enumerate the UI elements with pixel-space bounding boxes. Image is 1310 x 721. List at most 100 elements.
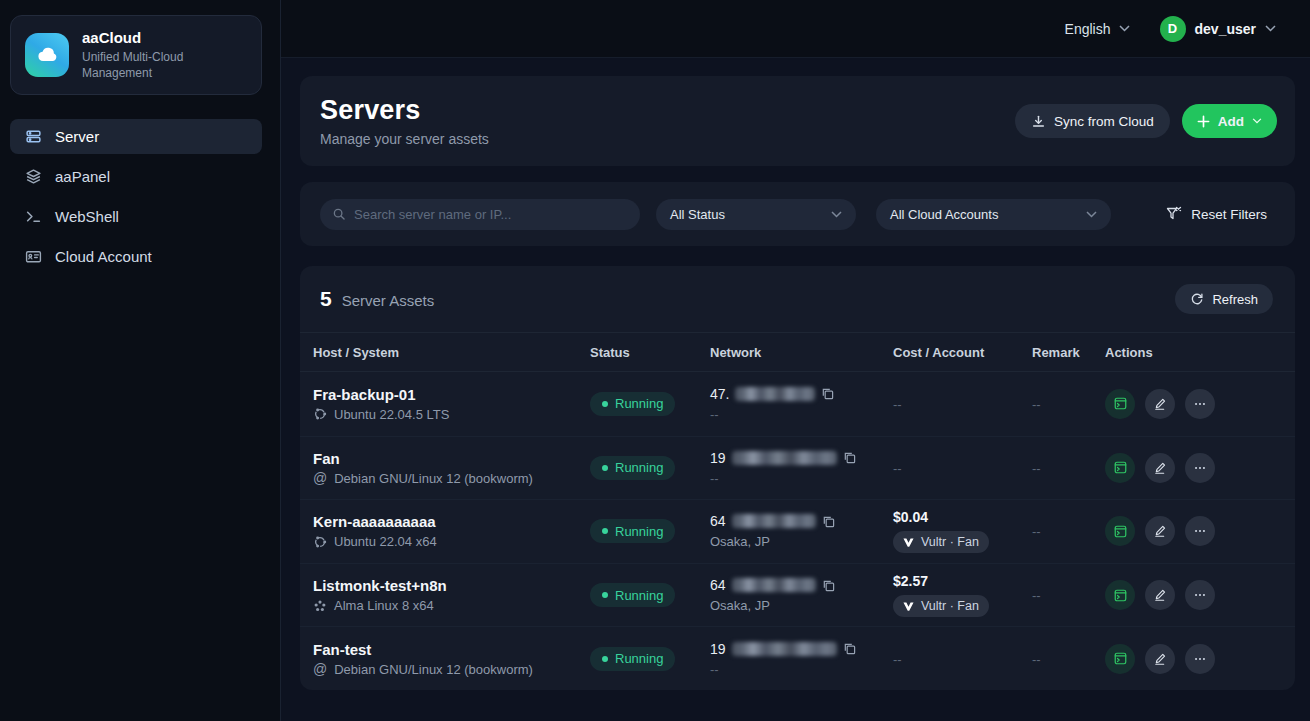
layers-icon: [25, 168, 42, 185]
ip-address: 64: [710, 513, 726, 529]
terminal-icon: [25, 208, 42, 225]
terminal-button[interactable]: [1105, 580, 1135, 610]
page-title: Servers: [320, 95, 489, 126]
language-selector[interactable]: English: [1065, 21, 1130, 37]
page-header-card: Servers Manage your server assets Sync f…: [300, 76, 1295, 166]
column-header: Actions: [1105, 345, 1295, 360]
cloud-account-badge: Vultr · Fan: [893, 595, 989, 617]
table-row: Listmonk-test+n8n Alma Linux 8 x64 Runni…: [300, 563, 1295, 627]
server-icon: [25, 128, 42, 145]
server-name: Fra-backup-01: [313, 386, 590, 403]
more-actions-button[interactable]: [1185, 516, 1215, 546]
copy-icon[interactable]: [822, 515, 835, 528]
server-os: Alma Linux 8 x64: [313, 598, 590, 613]
sidebar-nav: Server aaPanel WebShell Cloud Account: [0, 119, 280, 279]
status-badge: Running: [590, 456, 675, 480]
sidebar-item-webshell[interactable]: WebShell: [10, 199, 262, 234]
server-assets-card: 5 Server Assets Refresh Host / SystemSta…: [300, 266, 1295, 690]
chevron-down-icon: [1119, 25, 1130, 32]
status-badge: Running: [590, 583, 675, 607]
table-row: Kern-aaaaaaaaaa Ubuntu 22.04 x64 Running…: [300, 499, 1295, 563]
server-os: @Debian GNU/Linux 12 (bookworm): [313, 662, 590, 677]
remark: --: [1032, 395, 1105, 413]
ubuntu-icon: [313, 407, 327, 421]
cloud-account-badge: Vultr · Fan: [893, 531, 989, 553]
server-location: --: [710, 407, 893, 422]
server-os: Ubuntu 22.04.5 LTS: [313, 407, 590, 422]
column-header: Cost / Account: [893, 345, 1032, 360]
server-location: Osaka, JP: [710, 534, 893, 549]
server-name: Listmonk-test+n8n: [313, 577, 590, 594]
content: Servers Manage your server assets Sync f…: [281, 58, 1310, 721]
sidebar-item-server[interactable]: Server: [10, 119, 262, 154]
idcard-icon: [25, 248, 42, 265]
logo-card: aaCloud Unified Multi-Cloud Management: [10, 15, 262, 95]
sidebar-item-aapanel[interactable]: aaPanel: [10, 159, 262, 194]
add-button[interactable]: Add: [1182, 104, 1277, 138]
column-header: Host / System: [313, 345, 590, 360]
search-input[interactable]: [354, 207, 628, 222]
more-actions-button[interactable]: [1185, 389, 1215, 419]
edit-button[interactable]: [1145, 644, 1175, 674]
copy-icon[interactable]: [843, 451, 856, 464]
debian-icon: @: [313, 662, 327, 677]
remark: --: [1032, 650, 1105, 668]
sync-from-cloud-button[interactable]: Sync from Cloud: [1015, 104, 1170, 138]
copy-icon[interactable]: [822, 579, 835, 592]
cost: $0.04: [893, 509, 1032, 525]
ip-address: 47.: [710, 386, 729, 402]
sidebar-item-cloud-account[interactable]: Cloud Account: [10, 239, 262, 274]
chevron-down-icon: [1265, 25, 1276, 32]
copy-icon[interactable]: [843, 642, 856, 655]
ip-address: 19: [710, 641, 726, 657]
column-header: Remark: [1032, 345, 1105, 360]
app-tagline: Unified Multi-Cloud Management: [82, 49, 247, 81]
status-badge: Running: [590, 392, 675, 416]
edit-button[interactable]: [1145, 453, 1175, 483]
app-root: aaCloud Unified Multi-Cloud Management S…: [0, 0, 1310, 721]
reset-filters-button[interactable]: Reset Filters: [1166, 206, 1267, 222]
search-box[interactable]: [320, 199, 640, 230]
remark: --: [1032, 522, 1105, 540]
remark: --: [1032, 459, 1105, 477]
page-subtitle: Manage your server assets: [320, 131, 489, 147]
more-actions-button[interactable]: [1185, 453, 1215, 483]
ip-address: 19: [710, 450, 726, 466]
debian-icon: @: [313, 471, 327, 486]
terminal-button[interactable]: [1105, 644, 1135, 674]
column-header: Status: [590, 345, 710, 360]
cloud-account-filter[interactable]: All Cloud Accounts: [876, 199, 1111, 230]
vultr-icon: [903, 537, 914, 548]
table-row: Fan @Debian GNU/Linux 12 (bookworm) Runn…: [300, 436, 1295, 500]
user-menu[interactable]: D dev_user: [1160, 16, 1276, 42]
server-location: Osaka, JP: [710, 598, 893, 613]
edit-button[interactable]: [1145, 580, 1175, 610]
app-logo-cloud-icon: [25, 33, 69, 77]
asset-count: 5 Server Assets: [320, 287, 434, 311]
remark: --: [1032, 586, 1105, 604]
masked-ip: [732, 578, 816, 592]
cost: --: [893, 652, 902, 667]
server-location: --: [710, 471, 893, 486]
copy-icon[interactable]: [821, 387, 834, 400]
edit-button[interactable]: [1145, 516, 1175, 546]
more-actions-button[interactable]: [1185, 580, 1215, 610]
server-os: Ubuntu 22.04 x64: [313, 534, 590, 549]
terminal-button[interactable]: [1105, 389, 1135, 419]
chevron-down-icon: [831, 211, 842, 218]
cost: --: [893, 397, 902, 412]
edit-button[interactable]: [1145, 389, 1175, 419]
masked-ip: [735, 387, 815, 401]
table-header: Host / SystemStatusNetworkCost / Account…: [300, 332, 1295, 372]
table-row: Fra-backup-01 Ubuntu 22.04.5 LTS Running…: [300, 372, 1295, 436]
more-actions-button[interactable]: [1185, 644, 1215, 674]
status-filter[interactable]: All Status: [656, 199, 856, 230]
language-label: English: [1065, 21, 1111, 37]
terminal-button[interactable]: [1105, 516, 1135, 546]
terminal-button[interactable]: [1105, 453, 1135, 483]
vultr-icon: [903, 601, 914, 612]
cost: $2.57: [893, 573, 1032, 589]
alma-icon: [313, 599, 327, 613]
refresh-button[interactable]: Refresh: [1175, 284, 1273, 314]
username: dev_user: [1195, 21, 1256, 37]
